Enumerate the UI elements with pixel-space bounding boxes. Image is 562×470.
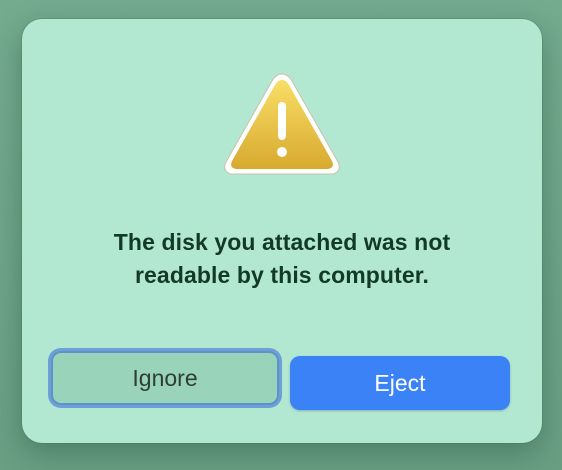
alert-message-line-2: readable by this computer. bbox=[134, 262, 430, 288]
alert-message: The disk you attached was not readable b… bbox=[42, 226, 522, 292]
eject-button-label: Eject bbox=[374, 369, 426, 396]
alert-message-line-1: The disk you attached was not bbox=[113, 229, 451, 255]
warning-triangle-icon bbox=[224, 73, 340, 175]
ignore-button[interactable]: Ignore bbox=[51, 351, 279, 405]
eject-button[interactable]: Eject bbox=[290, 356, 510, 410]
ignore-button-label: Ignore bbox=[132, 364, 198, 391]
alert-dialog: The disk you attached was not readable b… bbox=[22, 19, 542, 443]
